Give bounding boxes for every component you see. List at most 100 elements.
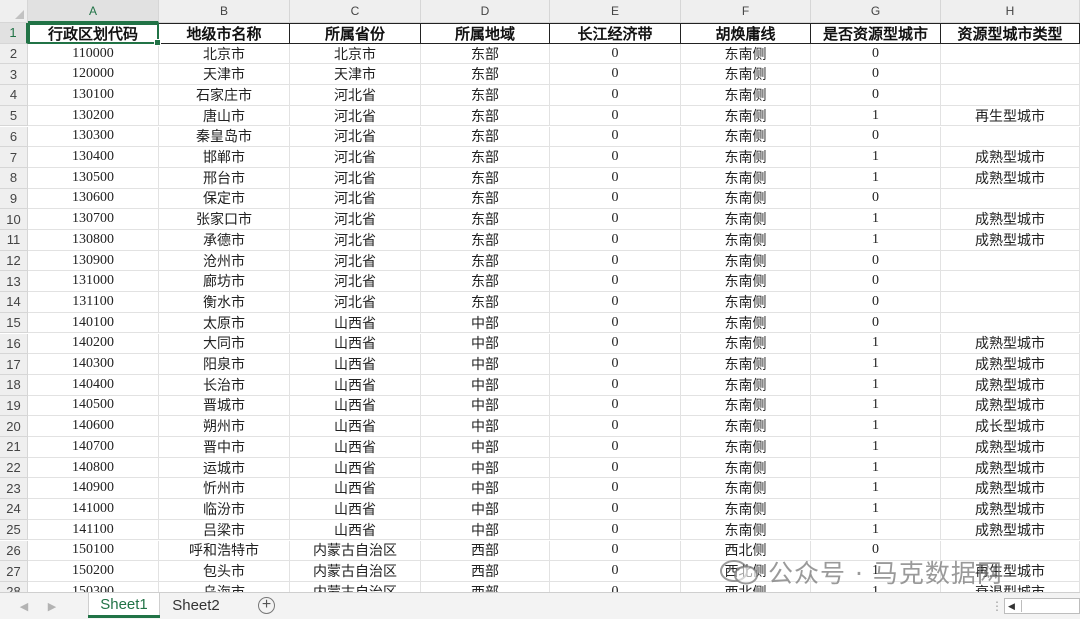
row-header-7[interactable]: 7 [0, 147, 28, 168]
table-cell[interactable]: 1 [811, 478, 941, 500]
table-cell[interactable] [941, 250, 1080, 272]
column-header-d[interactable]: D [421, 0, 550, 23]
table-cell[interactable] [941, 312, 1080, 334]
table-cell[interactable]: 0 [550, 209, 681, 230]
table-cell[interactable]: 1 [811, 374, 941, 396]
table-cell[interactable]: 东部 [421, 85, 550, 106]
table-cell[interactable]: 东部 [421, 188, 550, 210]
header-cell[interactable]: 所属省份 [290, 23, 421, 44]
row-header-21[interactable]: 21 [0, 437, 28, 458]
table-cell[interactable]: 140400 [28, 374, 159, 396]
table-cell[interactable]: 0 [811, 126, 941, 148]
table-cell[interactable]: 呼和浩特市 [159, 540, 290, 562]
table-cell[interactable]: 0 [811, 64, 941, 86]
table-cell[interactable]: 阳泉市 [159, 354, 290, 375]
table-cell[interactable]: 再生型城市 [941, 561, 1080, 582]
table-cell[interactable]: 东南侧 [681, 250, 811, 272]
row-header-2[interactable]: 2 [0, 43, 28, 65]
table-cell[interactable]: 东南侧 [681, 43, 811, 65]
prev-sheet-arrow-icon[interactable]: ◀ [16, 597, 32, 615]
table-cell[interactable]: 中部 [421, 457, 550, 479]
table-cell[interactable]: 0 [811, 43, 941, 65]
column-header-c[interactable]: C [290, 0, 421, 23]
table-cell[interactable]: 131100 [28, 292, 159, 313]
table-cell[interactable]: 北京市 [290, 43, 421, 65]
table-cell[interactable] [941, 64, 1080, 86]
scrollbar-thumb[interactable] [1021, 600, 1078, 612]
table-cell[interactable]: 成长型城市 [941, 416, 1080, 437]
table-cell[interactable]: 长治市 [159, 374, 290, 396]
table-cell[interactable]: 东南侧 [681, 126, 811, 148]
row-header-10[interactable]: 10 [0, 209, 28, 230]
table-cell[interactable]: 0 [550, 292, 681, 313]
table-cell[interactable]: 0 [550, 561, 681, 582]
table-cell[interactable]: 再生型城市 [941, 105, 1080, 127]
table-cell[interactable]: 0 [550, 105, 681, 127]
table-cell[interactable]: 1 [811, 581, 941, 592]
table-cell[interactable]: 东南侧 [681, 271, 811, 293]
table-cell[interactable]: 130800 [28, 230, 159, 251]
table-cell[interactable]: 0 [550, 43, 681, 65]
table-cell[interactable]: 中部 [421, 333, 550, 355]
row-header-23[interactable]: 23 [0, 478, 28, 500]
horizontal-scrollbar[interactable]: ◀ [1004, 598, 1080, 614]
table-cell[interactable] [941, 43, 1080, 65]
table-cell[interactable]: 东南侧 [681, 478, 811, 500]
table-cell[interactable]: 中部 [421, 312, 550, 334]
table-cell[interactable] [941, 126, 1080, 148]
table-cell[interactable]: 东部 [421, 292, 550, 313]
spreadsheet-grid[interactable]: A B C D E F G H 1 行政区划代码 地级市名称 所属省份 所属地域 长江经济带 胡焕庸线 是否资… [0, 0, 1080, 592]
table-cell[interactable]: 东部 [421, 147, 550, 168]
table-cell[interactable]: 东南侧 [681, 499, 811, 520]
row-header-17[interactable]: 17 [0, 354, 28, 375]
table-cell[interactable]: 中部 [421, 374, 550, 396]
table-cell[interactable]: 山西省 [290, 457, 421, 479]
table-cell[interactable]: 东部 [421, 250, 550, 272]
table-cell[interactable]: 1 [811, 416, 941, 437]
column-header-h[interactable]: H [941, 0, 1080, 23]
table-cell[interactable]: 东南侧 [681, 64, 811, 86]
table-cell[interactable]: 山西省 [290, 333, 421, 355]
table-cell[interactable]: 西部 [421, 540, 550, 562]
table-cell[interactable]: 140200 [28, 333, 159, 355]
table-cell[interactable]: 0 [550, 312, 681, 334]
table-cell[interactable]: 西部 [421, 581, 550, 592]
table-cell[interactable]: 秦皇岛市 [159, 126, 290, 148]
table-cell[interactable]: 中部 [421, 478, 550, 500]
table-cell[interactable]: 承德市 [159, 230, 290, 251]
table-cell[interactable]: 0 [550, 540, 681, 562]
table-cell[interactable]: 东南侧 [681, 437, 811, 458]
table-cell[interactable]: 河北省 [290, 250, 421, 272]
column-header-b[interactable]: B [159, 0, 290, 23]
table-cell[interactable]: 140700 [28, 437, 159, 458]
table-cell[interactable]: 唐山市 [159, 105, 290, 127]
table-cell[interactable]: 140300 [28, 354, 159, 375]
table-cell[interactable]: 东南侧 [681, 209, 811, 230]
table-cell[interactable]: 1 [811, 457, 941, 479]
table-cell[interactable]: 0 [550, 416, 681, 437]
row-header-5[interactable]: 5 [0, 105, 28, 127]
table-cell[interactable]: 大同市 [159, 333, 290, 355]
header-cell[interactable]: 行政区划代码 [28, 23, 159, 44]
table-cell[interactable]: 东南侧 [681, 188, 811, 210]
table-cell[interactable]: 中部 [421, 519, 550, 541]
table-cell[interactable]: 成熟型城市 [941, 354, 1080, 375]
row-header-19[interactable]: 19 [0, 395, 28, 417]
table-cell[interactable]: 包头市 [159, 561, 290, 582]
table-cell[interactable]: 东南侧 [681, 519, 811, 541]
table-cell[interactable]: 东南侧 [681, 457, 811, 479]
table-cell[interactable]: 0 [550, 250, 681, 272]
table-cell[interactable]: 运城市 [159, 457, 290, 479]
table-cell[interactable]: 0 [550, 126, 681, 148]
row-header-11[interactable]: 11 [0, 230, 28, 251]
table-cell[interactable]: 中部 [421, 437, 550, 458]
table-cell[interactable]: 天津市 [290, 64, 421, 86]
table-cell[interactable]: 石家庄市 [159, 85, 290, 106]
table-cell[interactable]: 东部 [421, 64, 550, 86]
table-cell[interactable]: 1 [811, 395, 941, 417]
table-cell[interactable]: 130700 [28, 209, 159, 230]
table-cell[interactable]: 忻州市 [159, 478, 290, 500]
table-cell[interactable]: 河北省 [290, 209, 421, 230]
table-cell[interactable]: 150100 [28, 540, 159, 562]
table-cell[interactable] [941, 540, 1080, 562]
